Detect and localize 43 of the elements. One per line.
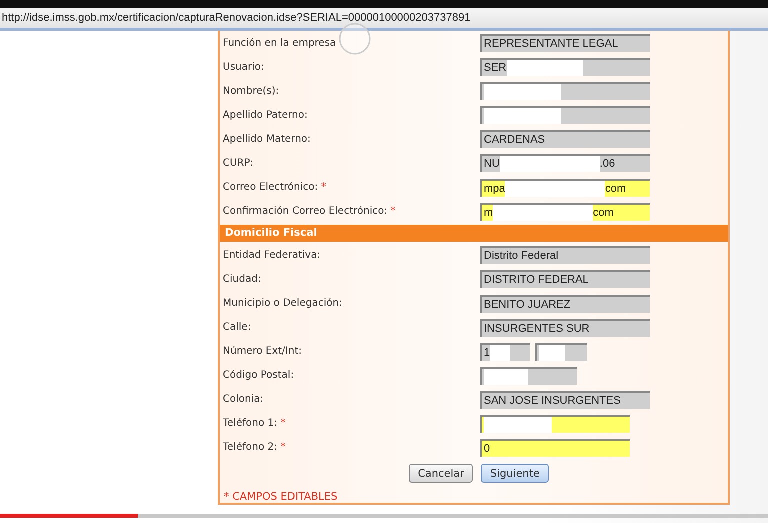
field-label: Correo Electrónico: *	[223, 182, 328, 193]
input-field[interactable]: 0	[480, 438, 630, 457]
editable-fields-note: * CAMPOS EDITABLES	[224, 491, 339, 504]
field-label: Función en la empresa	[223, 38, 338, 49]
input-field[interactable]: CARDENAS	[480, 130, 650, 148]
field-label: Confirmación Correo Electrónico: *	[223, 206, 397, 218]
next-button[interactable]: Siguiente	[481, 464, 549, 484]
input-field[interactable]: BENITO JUAREZ	[480, 294, 650, 312]
field-label: CURP:	[223, 158, 255, 169]
section-header: Domicilio Fiscal	[220, 224, 728, 242]
input-field[interactable]: SER	[480, 58, 650, 76]
video-progress-bar[interactable]	[0, 514, 768, 518]
input-field[interactable]	[480, 366, 577, 385]
input-field[interactable]	[480, 82, 650, 100]
input-field[interactable]	[535, 342, 587, 361]
input-field[interactable]: DISTRITO FEDERAL	[480, 270, 650, 288]
input-field[interactable]	[480, 414, 630, 433]
input-field[interactable]	[480, 106, 650, 124]
cancel-button[interactable]: Cancelar	[409, 464, 474, 484]
field-label: Usuario:	[223, 62, 266, 73]
field-label: Calle:	[223, 322, 252, 334]
field-label: Código Postal:	[223, 370, 296, 382]
field-label: Teléfono 2: *	[223, 442, 287, 454]
input-field[interactable]: 1	[480, 342, 530, 361]
input-field[interactable]: mpa com	[480, 178, 650, 196]
input-field[interactable]: INSURGENTES SUR	[480, 318, 650, 337]
field-label: Entidad Federativa:	[223, 250, 322, 261]
input-field[interactable]: m com	[480, 202, 650, 221]
loading-spinner-icon	[338, 22, 372, 56]
field-label: Número Ext/Int:	[223, 346, 304, 358]
field-label: Municipio o Delegación:	[223, 298, 344, 309]
input-field[interactable]: NU .06	[480, 154, 650, 172]
redaction-patch	[539, 344, 565, 361]
field-label: Ciudad:	[223, 274, 262, 285]
input-field[interactable]: REPRESENTANTE LEGAL	[480, 34, 650, 52]
field-label: Apellido Paterno:	[223, 110, 309, 121]
field-label: Teléfono 1: *	[223, 418, 287, 430]
field-label: Colonia:	[223, 394, 265, 406]
input-field[interactable]: SAN JOSE INSURGENTES	[480, 390, 650, 409]
field-label: Nombre(s):	[223, 86, 280, 97]
input-field[interactable]: Distrito Federal	[480, 246, 650, 264]
field-label: Apellido Materno:	[223, 134, 312, 145]
address-bar[interactable]: http://idse.imss.gob.mx/certificacion/capturaRenovacion.idse?SERIAL=00000100000203737891	[0, 8, 768, 31]
